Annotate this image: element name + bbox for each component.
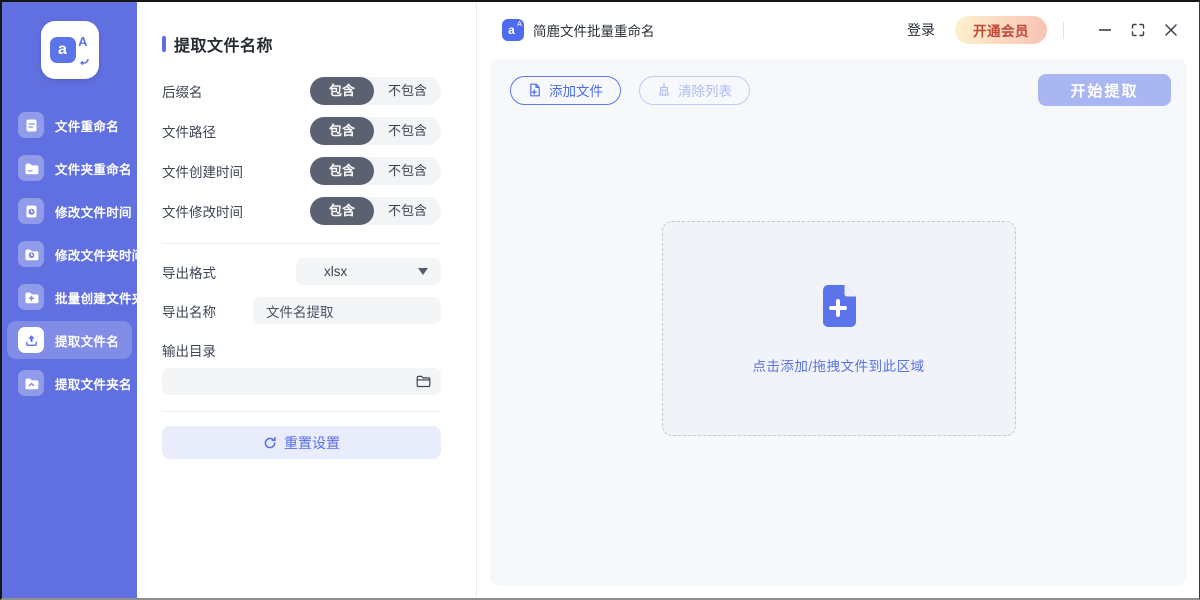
setting-row-export-name: 导出名称 <box>162 297 441 324</box>
folder-rename-icon <box>18 155 44 181</box>
file-rename-icon <box>18 112 44 138</box>
modified-time-toggle: 包含 不包含 <box>310 197 441 225</box>
export-format-value: xlsx <box>324 264 418 279</box>
setting-row-filepath: 文件路径 包含 不包含 <box>162 117 441 145</box>
output-dir-input[interactable] <box>168 374 416 389</box>
created-time-toggle: 包含 不包含 <box>310 157 441 185</box>
clear-list-label: 清除列表 <box>678 80 732 100</box>
output-dir-field <box>162 368 441 395</box>
sidebar-item-extract-foldername[interactable]: 提取文件夹名 <box>7 364 132 402</box>
setting-row-suffix: 后缀名 包含 不包含 <box>162 77 441 105</box>
workspace: a A 简鹿文件批量重命名 登录 开通会员 添加文件 <box>477 2 1199 598</box>
folder-add-icon <box>18 284 44 310</box>
file-extract-icon <box>18 327 44 353</box>
sidebar-item-batch-create-folder[interactable]: 批量创建文件夹 <box>7 278 132 316</box>
app-icon: a A <box>502 19 524 41</box>
sidebar-item-label: 批量创建文件夹 <box>55 288 145 307</box>
setting-label: 导出格式 <box>162 262 216 282</box>
titlebar-separator <box>1063 21 1064 39</box>
refresh-icon <box>263 436 277 450</box>
logo-letter-a: a <box>50 37 76 63</box>
minimize-button[interactable] <box>1097 22 1113 38</box>
sidebar-item-label: 提取文件夹名 <box>55 374 132 393</box>
toggle-include-option[interactable]: 包含 <box>310 157 374 185</box>
setting-label: 后缀名 <box>162 81 203 101</box>
sidebar-item-label: 文件重命名 <box>55 116 119 135</box>
chevron-down-icon <box>418 268 428 275</box>
toolbar: 添加文件 清除列表 开始提取 <box>490 58 1187 106</box>
settings-panel: 提取文件名称 后缀名 包含 不包含 文件路径 包含 不包含 文件创建时间 包含 … <box>137 2 477 598</box>
start-extract-button[interactable]: 开始提取 <box>1038 74 1171 106</box>
suffix-toggle: 包含 不包含 <box>310 77 441 105</box>
add-document-icon <box>816 283 862 329</box>
file-time-icon <box>18 198 44 224</box>
sidebar-nav: 文件重命名 文件夹重命名 修改文件时间 修改文件夹时间 <box>2 101 137 407</box>
toggle-exclude-option[interactable]: 不包含 <box>374 117 441 145</box>
divider <box>162 411 441 412</box>
add-file-icon <box>528 83 542 97</box>
output-dir-label: 输出目录 <box>162 340 441 360</box>
file-dropzone[interactable]: 点击添加/拖拽文件到此区域 <box>662 221 1016 436</box>
broom-icon <box>657 83 671 97</box>
setting-label: 文件修改时间 <box>162 201 243 221</box>
file-list-card: 添加文件 清除列表 开始提取 点击添加/拖拽文件到此区域 <box>490 58 1187 586</box>
app-window: a A 文件重命名 文件夹重命名 <box>0 0 1200 600</box>
setting-label: 文件创建时间 <box>162 161 243 181</box>
dropzone-hint: 点击添加/拖拽文件到此区域 <box>752 355 924 375</box>
close-button[interactable] <box>1163 22 1179 38</box>
app-logo: a A <box>41 21 99 79</box>
folder-browse-icon[interactable] <box>416 375 431 388</box>
sidebar-item-file-time[interactable]: 修改文件时间 <box>7 192 132 230</box>
minimize-icon <box>1098 23 1112 37</box>
divider <box>162 243 441 244</box>
sidebar: a A 文件重命名 文件夹重命名 <box>2 2 137 598</box>
setting-row-modified-time: 文件修改时间 包含 不包含 <box>162 197 441 225</box>
add-files-button[interactable]: 添加文件 <box>510 76 621 105</box>
toggle-exclude-option[interactable]: 不包含 <box>374 157 441 185</box>
settings-title-row: 提取文件名称 <box>162 32 441 56</box>
sidebar-item-label: 提取文件名 <box>55 331 119 350</box>
reset-settings-label: 重置设置 <box>284 433 340 453</box>
sidebar-item-folder-time[interactable]: 修改文件夹时间 <box>7 235 132 273</box>
sidebar-item-label: 修改文件时间 <box>55 202 132 221</box>
clear-list-button[interactable]: 清除列表 <box>639 76 750 105</box>
reset-settings-button[interactable]: 重置设置 <box>162 426 441 459</box>
sidebar-item-file-rename[interactable]: 文件重命名 <box>7 106 132 144</box>
title-accent-bar <box>162 36 166 52</box>
filepath-toggle: 包含 不包含 <box>310 117 441 145</box>
setting-label: 导出名称 <box>162 301 216 321</box>
export-name-input[interactable] <box>253 297 441 324</box>
maximize-icon <box>1131 23 1145 37</box>
toggle-include-option[interactable]: 包含 <box>310 197 374 225</box>
close-icon <box>1164 23 1178 37</box>
sidebar-item-label: 修改文件夹时间 <box>55 245 145 264</box>
app-icon-letter: a <box>508 23 515 37</box>
sidebar-item-label: 文件夹重命名 <box>55 159 132 178</box>
add-files-label: 添加文件 <box>549 80 603 100</box>
folder-time-icon <box>18 241 44 267</box>
setting-label: 文件路径 <box>162 121 216 141</box>
app-title: 简鹿文件批量重命名 <box>533 20 655 40</box>
toggle-exclude-option[interactable]: 不包含 <box>374 77 441 105</box>
app-icon-letter-secondary: A <box>517 21 522 28</box>
settings-title: 提取文件名称 <box>174 32 273 56</box>
logo-arrow-icon <box>78 58 90 66</box>
maximize-button[interactable] <box>1130 22 1146 38</box>
vip-button[interactable]: 开通会员 <box>955 16 1047 44</box>
logo-letter-A: A <box>78 34 87 49</box>
export-format-select[interactable]: xlsx <box>296 258 441 285</box>
toggle-exclude-option[interactable]: 不包含 <box>374 197 441 225</box>
login-link[interactable]: 登录 <box>907 20 935 40</box>
titlebar: a A 简鹿文件批量重命名 登录 开通会员 <box>477 2 1199 58</box>
sidebar-item-extract-filename[interactable]: 提取文件名 <box>7 321 132 359</box>
folder-extract-icon <box>18 370 44 396</box>
toggle-include-option[interactable]: 包含 <box>310 77 374 105</box>
setting-row-export-format: 导出格式 xlsx <box>162 258 441 285</box>
setting-row-created-time: 文件创建时间 包含 不包含 <box>162 157 441 185</box>
sidebar-item-folder-rename[interactable]: 文件夹重命名 <box>7 149 132 187</box>
toggle-include-option[interactable]: 包含 <box>310 117 374 145</box>
